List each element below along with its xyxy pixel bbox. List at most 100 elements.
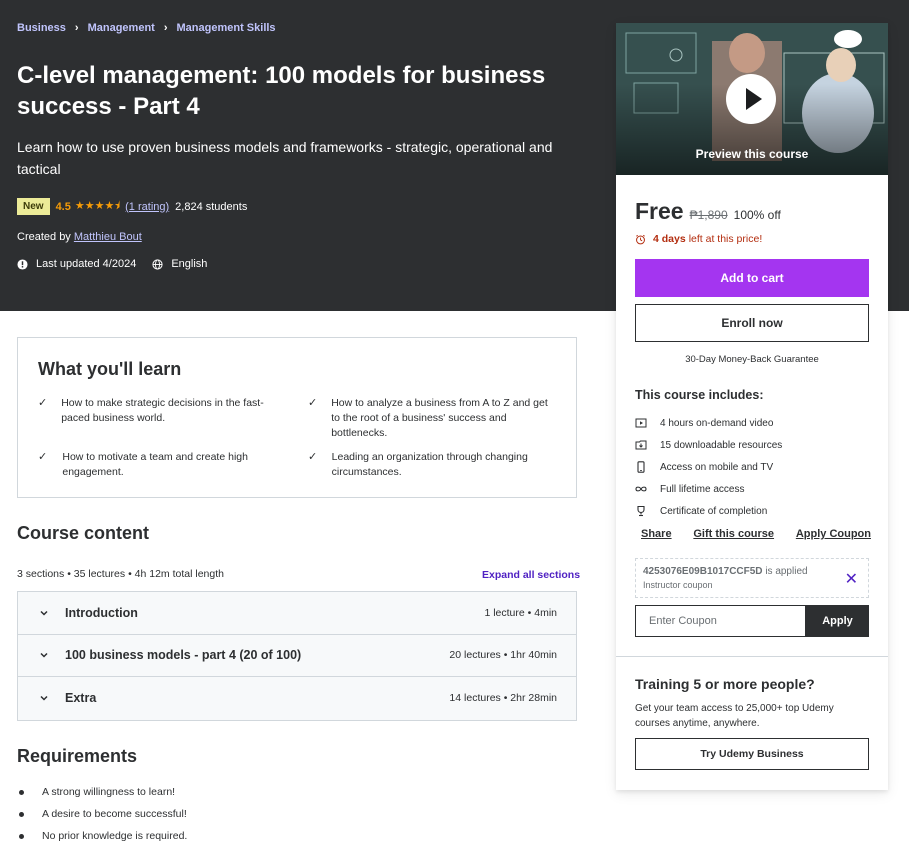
preview-label: Preview this course [695, 147, 809, 161]
trophy-icon [637, 505, 645, 517]
gift-course-link[interactable]: Gift this course [693, 528, 774, 540]
section-business-models[interactable]: 100 business models - part 4 (20 of 100)… [18, 634, 576, 677]
created-by: Created by Matthieu Bout [17, 231, 142, 243]
include-item: Access on mobile and TV [635, 456, 782, 478]
apply-coupon-button[interactable]: Apply [806, 605, 869, 637]
requirement-item: A strong willingness to learn! [19, 781, 187, 803]
price-timer: 4 days left at this price! [635, 233, 762, 245]
learn-item-text: How to motivate a team and create high e… [62, 451, 248, 478]
timer-days: 4 days [653, 233, 686, 245]
training-title: Training 5 or more people? [635, 676, 815, 692]
money-back-guarantee: 30-Day Money-Back Guarantee [685, 354, 819, 365]
requirements-title: Requirements [17, 746, 138, 766]
mobile-icon [637, 461, 645, 473]
coupon-code: 4253076E09B1017CCF5D [643, 566, 763, 577]
last-updated: Last updated 4/2024 [36, 258, 137, 270]
include-item: Certificate of completion [635, 500, 782, 522]
include-item: Full lifetime access [635, 478, 782, 500]
learn-item-text: How to analyze a business from A to Z an… [331, 397, 548, 439]
course-subtitle: Learn how to use proven business models … [17, 139, 553, 177]
section-info: 14 lectures • 2hr 28min [449, 692, 557, 705]
learn-item: ✓ Leading an organization through changi… [308, 450, 548, 480]
alarm-clock-icon [636, 234, 645, 244]
coupon-input[interactable] [635, 605, 806, 637]
learn-title: What you'll learn [38, 359, 182, 379]
coupon-code-line: 4253076E09B1017CCF5D is applied [643, 566, 808, 577]
learn-item-text: Leading an organization through changing… [331, 451, 528, 478]
requirement-text: A strong willingness to learn! [42, 786, 176, 798]
include-item: 4 hours on-demand video [635, 412, 782, 434]
include-label: 4 hours on-demand video [660, 417, 774, 429]
section-title: Extra [65, 691, 97, 706]
card-actions: Share Gift this course Apply Coupon [641, 528, 871, 540]
breadcrumb-business[interactable]: Business [17, 22, 66, 34]
original-price: ₱1,890 [689, 208, 728, 222]
breadcrumb-management-skills[interactable]: Management Skills [177, 22, 276, 34]
try-udemy-business-button[interactable]: Try Udemy Business [635, 738, 869, 770]
new-badge: New [17, 198, 50, 215]
requirement-text: No prior knowledge is required. [42, 830, 188, 842]
remove-coupon-close-icon[interactable]: ✕ [845, 569, 858, 589]
bullet-icon [19, 811, 24, 817]
course-update-row: Last updated 4/2024 English [17, 258, 207, 270]
video-icon [635, 418, 647, 428]
includes-list: 4 hours on-demand video 15 downloadable … [635, 412, 782, 522]
check-icon: ✓ [38, 451, 48, 463]
course-content-title: Course content [17, 523, 150, 543]
requirement-item: No prior knowledge is required. [19, 825, 187, 847]
section-info: 1 lecture • 4min [484, 606, 557, 619]
course-sections: Introduction 1 lecture • 4min 100 busine… [17, 591, 577, 721]
section-extra[interactable]: Extra 14 lectures • 2hr 28min [18, 677, 576, 720]
breadcrumb-management[interactable]: Management [88, 22, 155, 34]
includes-title: This course includes: [635, 388, 764, 402]
card-divider [616, 656, 888, 657]
current-price: Free [635, 198, 684, 224]
created-by-label: Created by [17, 231, 71, 243]
chevron-down-icon [40, 696, 48, 701]
requirement-item: A desire to become successful! [19, 803, 187, 825]
section-title: 100 business models - part 4 (20 of 100) [65, 648, 302, 663]
coupon-applied-text: is applied [765, 566, 808, 577]
student-count: 2,824 students [175, 200, 248, 213]
rating-count-link[interactable]: (1 rating) [125, 201, 169, 213]
course-title: C-level management: 100 models for busin… [17, 62, 546, 120]
breadcrumb: Business › Management › Management Skill… [17, 22, 276, 34]
learn-item-text: How to make strategic decisions in the f… [61, 397, 264, 424]
check-icon: ✓ [308, 397, 318, 409]
course-preview[interactable]: Preview this course [616, 23, 888, 175]
training-description: Get your team access to 25,000+ top Udem… [635, 703, 834, 729]
infinity-icon [635, 486, 647, 492]
course-language: English [171, 258, 208, 270]
rating-value: 4.5 [55, 200, 71, 213]
check-icon: ✓ [308, 451, 318, 463]
price-row: Free ₱1,890 100% off [635, 198, 781, 225]
apply-coupon-link[interactable]: Apply Coupon [796, 528, 871, 540]
coupon-type: Instructor coupon [643, 580, 713, 590]
share-link[interactable]: Share [641, 528, 672, 540]
chevron-down-icon [40, 653, 48, 658]
include-label: 15 downloadable resources [660, 439, 783, 451]
bullet-icon [19, 833, 24, 839]
alert-badge-icon [17, 258, 28, 270]
include-item: 15 downloadable resources [635, 434, 782, 456]
expand-all-sections-button[interactable]: Expand all sections [482, 569, 580, 581]
course-rating-row: New 4.5 ★★★★⯨ (1 rating) 2,824 students [17, 197, 247, 216]
chevron-right-icon: › [74, 22, 79, 34]
purchase-card: Preview this course Free ₱1,890 100% off… [616, 23, 888, 790]
chevron-right-icon: › [163, 22, 168, 34]
timer-text: left at this price! [688, 233, 763, 245]
include-label: Access on mobile and TV [660, 461, 774, 473]
instructor-link[interactable]: Matthieu Bout [74, 231, 142, 243]
include-label: Certificate of completion [660, 505, 768, 517]
learn-item: ✓ How to analyze a business from A to Z … [308, 396, 548, 441]
requirements-list: A strong willingness to learn! A desire … [19, 781, 187, 847]
requirement-text: A desire to become successful! [42, 808, 187, 820]
course-content-meta: 3 sections • 35 lectures • 4h 12m total … [17, 568, 224, 580]
applied-coupon: 4253076E09B1017CCF5D is applied Instruct… [635, 558, 869, 598]
section-title: Introduction [65, 605, 138, 620]
add-to-cart-button[interactable]: Add to cart [635, 259, 869, 297]
play-icon[interactable] [726, 74, 776, 124]
learn-item: ✓ How to motivate a team and create high… [38, 450, 278, 480]
section-introduction[interactable]: Introduction 1 lecture • 4min [18, 592, 576, 635]
enroll-now-button[interactable]: Enroll now [635, 304, 869, 342]
